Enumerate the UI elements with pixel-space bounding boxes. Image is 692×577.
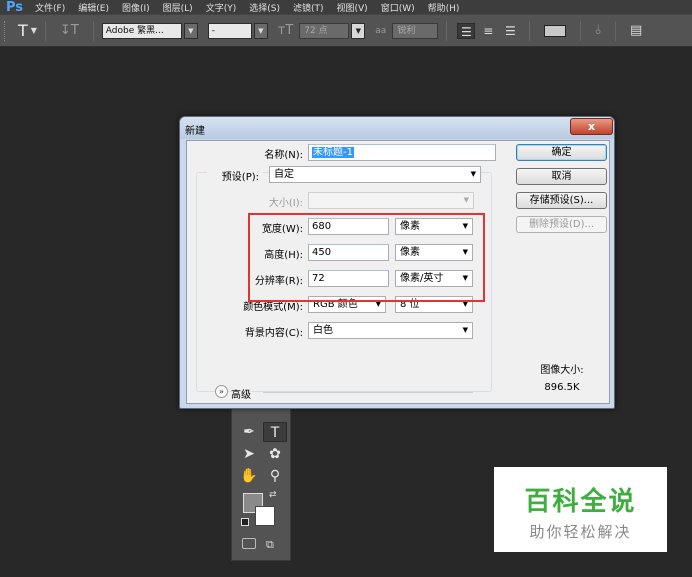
background-label: 背景内容(C): bbox=[244, 328, 303, 339]
font-size-icon: ᴛT bbox=[277, 23, 294, 38]
quick-mask-icon[interactable] bbox=[242, 538, 256, 549]
font-size-dropdown-icon[interactable]: ▼ bbox=[351, 22, 366, 39]
close-icon[interactable]: x bbox=[570, 118, 613, 135]
menu-type[interactable]: 文字(Y) bbox=[206, 1, 237, 14]
character-panel-icon[interactable]: ▤ bbox=[630, 23, 642, 38]
text-color-swatch[interactable] bbox=[544, 24, 567, 37]
chevron-down-icon: ▼ bbox=[463, 196, 469, 204]
watermark: 百科全说 助你轻松解决 bbox=[494, 467, 667, 552]
tool-preset-caret-icon[interactable]: ▼ bbox=[31, 26, 37, 35]
default-colors-icon[interactable] bbox=[241, 518, 249, 526]
options-separator bbox=[92, 20, 94, 41]
options-grip[interactable] bbox=[4, 20, 8, 41]
name-input[interactable]: 未标题-1 bbox=[308, 144, 496, 161]
text-orientation-icon[interactable]: ↧T bbox=[60, 23, 79, 38]
menu-image[interactable]: 图像(I) bbox=[122, 1, 150, 14]
save-preset-button[interactable]: 存储预设(S)... bbox=[516, 192, 607, 209]
chevron-down-icon: ▼ bbox=[470, 170, 476, 178]
antialias-icon: aa bbox=[375, 25, 387, 36]
antialias-select[interactable]: 锐利 bbox=[392, 22, 439, 39]
advanced-divider bbox=[263, 392, 473, 393]
menu-select[interactable]: 选择(S) bbox=[249, 1, 280, 14]
align-left-icon[interactable]: ☰ bbox=[457, 22, 476, 39]
name-label: 名称(N): bbox=[264, 150, 303, 161]
app-logo: Ps bbox=[6, 0, 24, 15]
font-size-select[interactable]: 72 点 bbox=[299, 22, 350, 39]
advanced-label[interactable]: 高级 bbox=[231, 386, 259, 401]
menu-layer[interactable]: 图层(L) bbox=[163, 1, 193, 14]
dialog-title: 新建 bbox=[185, 126, 205, 137]
background-value: 白色 bbox=[313, 325, 333, 336]
expand-advanced-icon[interactable]: » bbox=[215, 385, 228, 398]
options-bar: T ▼ ↧T Adobe 繁黑... ▼ - ▼ ᴛT 72 点 ▼ aa 锐利… bbox=[0, 14, 692, 47]
type-tool-icon[interactable]: T bbox=[263, 422, 287, 442]
align-right-icon[interactable]: ☰ bbox=[501, 23, 519, 39]
highlight-annotation-box bbox=[248, 213, 485, 302]
name-value: 未标题-1 bbox=[312, 147, 354, 158]
options-separator bbox=[446, 20, 448, 41]
font-style-dropdown-icon[interactable]: ▼ bbox=[253, 22, 268, 39]
watermark-subtitle: 助你轻松解决 bbox=[529, 523, 632, 541]
path-selection-tool-icon[interactable]: ➤ bbox=[237, 444, 261, 464]
zoom-tool-icon[interactable]: ⚲ bbox=[263, 466, 287, 486]
background-color-swatch[interactable] bbox=[255, 506, 275, 526]
custom-shape-tool-icon[interactable]: ✿ bbox=[263, 444, 287, 464]
options-separator bbox=[614, 20, 616, 41]
pen-tool-icon[interactable]: ✒ bbox=[237, 422, 261, 442]
swap-colors-icon[interactable]: ⇄ bbox=[269, 490, 277, 500]
preset-select[interactable]: 自定 ▼ bbox=[269, 166, 481, 183]
menu-help[interactable]: 帮助(H) bbox=[428, 1, 460, 14]
menu-bar: Ps 文件(F) 编辑(E) 图像(I) 图层(L) 文字(Y) 选择(S) 滤… bbox=[0, 0, 692, 15]
background-select[interactable]: 白色 ▼ bbox=[308, 322, 473, 339]
chevron-down-icon: ▼ bbox=[462, 326, 468, 334]
preset-value: 自定 bbox=[274, 169, 294, 180]
menu-edit[interactable]: 编辑(E) bbox=[78, 1, 109, 14]
preset-label: 预设(P): bbox=[207, 168, 263, 183]
size-select: ▼ bbox=[308, 192, 474, 209]
toolbox: ✒ T ➤ ✿ ✋ ⚲ ⇄ ⧉ bbox=[231, 395, 291, 561]
menu-window[interactable]: 窗口(W) bbox=[381, 1, 415, 14]
delete-preset-button: 删除预设(D)... bbox=[516, 216, 607, 233]
menu-file[interactable]: 文件(F) bbox=[35, 1, 65, 14]
image-size-value: 896.5K bbox=[544, 382, 580, 393]
menu-filter[interactable]: 滤镜(T) bbox=[293, 1, 324, 14]
options-separator bbox=[580, 20, 582, 41]
warp-text-icon[interactable]: ⫰ bbox=[595, 23, 601, 38]
font-family-dropdown-icon[interactable]: ▼ bbox=[183, 22, 198, 39]
align-center-icon[interactable]: ≡ bbox=[479, 23, 497, 39]
watermark-title: 百科全说 bbox=[524, 487, 637, 517]
cancel-button[interactable]: 取消 bbox=[516, 168, 607, 185]
options-separator bbox=[529, 20, 531, 41]
font-style-select[interactable]: - bbox=[207, 22, 252, 39]
hand-tool-icon[interactable]: ✋ bbox=[237, 466, 261, 486]
font-family-select[interactable]: Adobe 繁黑... bbox=[101, 22, 182, 39]
menu-view[interactable]: 视图(V) bbox=[337, 1, 368, 14]
ok-button[interactable]: 确定 bbox=[516, 144, 607, 161]
type-tool-icon[interactable]: T bbox=[18, 21, 28, 40]
image-size-label: 图像大小: bbox=[540, 365, 584, 376]
dialog-titlebar[interactable]: 新建 x bbox=[180, 117, 614, 139]
screen-mode-icon[interactable]: ⧉ bbox=[266, 538, 274, 552]
size-label: 大小(I): bbox=[268, 198, 303, 209]
options-separator bbox=[44, 20, 46, 41]
